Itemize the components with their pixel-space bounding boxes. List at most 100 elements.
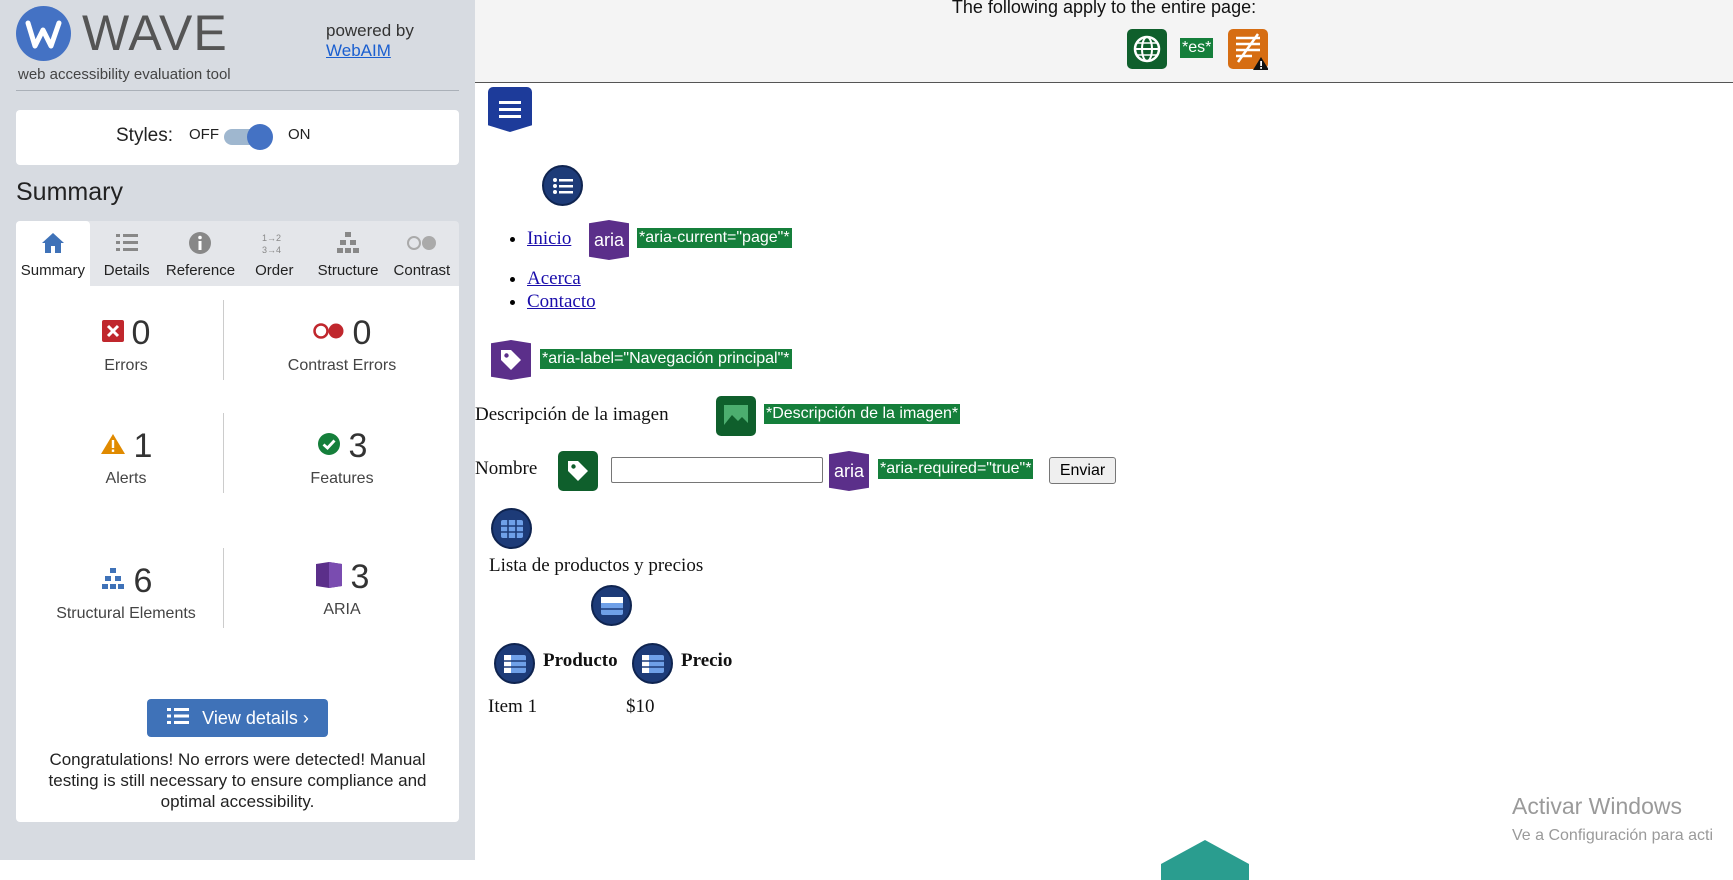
tab-label: Reference xyxy=(165,262,236,279)
language-globe-icon[interactable] xyxy=(1127,29,1167,69)
structural-label: Structural Elements xyxy=(56,605,196,622)
stat-divider xyxy=(223,413,224,493)
errors-count: 0 xyxy=(131,314,151,352)
styles-label: Styles: xyxy=(116,125,174,146)
navigation-region-icon[interactable] xyxy=(488,87,532,132)
home-icon xyxy=(16,231,90,255)
contrast-errors-label: Contrast Errors xyxy=(287,357,397,374)
table-header-icon[interactable] xyxy=(494,643,535,684)
table-header-producto: Producto xyxy=(543,650,618,671)
features-label: Features xyxy=(310,470,374,487)
alert-icon xyxy=(100,433,126,460)
stat-divider xyxy=(223,300,224,380)
evaluated-page: The following apply to the entire page: … xyxy=(475,0,1733,880)
table-caption: Lista de productos y precios xyxy=(489,555,704,576)
styles-off-label: OFF xyxy=(189,126,219,143)
unordered-list-icon[interactable] xyxy=(542,165,583,206)
tab-label: Structure xyxy=(317,262,379,279)
tab-label: Details xyxy=(103,262,150,279)
aria-label-tag-icon[interactable] xyxy=(491,340,531,380)
feature-check-icon xyxy=(317,432,341,461)
table-cell-price: $10 xyxy=(626,696,655,717)
structural-count: 6 xyxy=(133,562,153,600)
table-caption-icon[interactable] xyxy=(591,585,632,626)
lang-tag: *es* xyxy=(1180,38,1214,58)
submit-button[interactable]: Enviar xyxy=(1049,457,1116,484)
image-alt-text: Descripción de la imagen xyxy=(475,404,669,425)
stat-divider xyxy=(223,548,224,628)
tab-bar: Summary Details Reference 1→2 3→4 Order S… xyxy=(16,221,459,286)
contrast-errors-stat: 0 Contrast Errors xyxy=(242,314,442,375)
tab-label: Order xyxy=(255,262,294,279)
aria-icon xyxy=(315,561,343,594)
image-alt-icon[interactable] xyxy=(716,396,756,436)
view-details-button[interactable]: View details › xyxy=(147,699,328,737)
list-item: Acerca xyxy=(527,268,581,290)
form-label-icon[interactable] xyxy=(558,451,598,491)
table-header-precio: Precio xyxy=(681,650,733,671)
tab-reference[interactable]: Reference xyxy=(164,221,238,286)
features-count: 3 xyxy=(348,427,368,465)
table-cell-item: Item 1 xyxy=(488,696,538,717)
structural-stat: 6 Structural Elements xyxy=(26,562,226,623)
error-icon xyxy=(101,320,124,347)
congrats-message: Congratulations! No errors were detected… xyxy=(48,750,427,811)
info-icon xyxy=(164,231,238,255)
powered-by: powered by WebAIM xyxy=(326,21,414,61)
tab-label: Contrast xyxy=(393,262,451,279)
divider xyxy=(16,90,459,91)
alerts-stat: 1 Alerts xyxy=(26,427,226,488)
errors-label: Errors xyxy=(104,357,148,374)
tab-label: Summary xyxy=(20,262,85,279)
styles-on-label: ON xyxy=(288,126,311,143)
wave-logo-icon xyxy=(16,6,71,61)
logo-subtitle: web accessibility evaluation tool xyxy=(18,66,231,83)
list-item: Inicio xyxy=(527,228,571,250)
aria-current-tag: *aria-current="page"* xyxy=(637,228,792,248)
list-icon xyxy=(166,706,190,731)
tab-contrast[interactable]: Contrast xyxy=(385,221,459,286)
alerts-label: Alerts xyxy=(105,470,147,487)
structure-icon xyxy=(100,567,126,596)
aria-required-icon[interactable]: aria xyxy=(829,451,869,491)
tab-details[interactable]: Details xyxy=(90,221,164,286)
activate-windows-title: Activar Windows xyxy=(1512,793,1682,819)
nombre-input[interactable] xyxy=(611,457,823,483)
nav-link-inicio[interactable]: Inicio xyxy=(527,228,571,249)
nav-link-contacto[interactable]: Contacto xyxy=(527,291,596,312)
wave-sidebar: WAVE web accessibility evaluation tool p… xyxy=(0,0,475,860)
errors-stat: 0 Errors xyxy=(26,314,226,375)
contrast-errors-count: 0 xyxy=(352,314,372,352)
features-stat: 3 Features xyxy=(242,427,442,488)
svg-text:3→4: 3→4 xyxy=(262,245,281,255)
logo-wordmark: WAVE xyxy=(82,5,228,61)
styles-toggle-knob[interactable] xyxy=(247,124,273,150)
order-icon: 1→2 3→4 xyxy=(237,231,311,255)
list-item: Contacto xyxy=(527,291,596,313)
styles-toggle-box: Styles: OFF ON xyxy=(16,110,459,165)
aria-stat: 3 ARIA xyxy=(242,558,442,619)
justified-text-alert-icon[interactable] xyxy=(1228,29,1268,70)
tab-summary[interactable]: Summary xyxy=(16,221,90,286)
tab-order[interactable]: 1→2 3→4 Order xyxy=(237,221,311,286)
alerts-count: 1 xyxy=(133,427,153,465)
aria-badge-icon[interactable]: aria xyxy=(589,220,629,260)
page-level-banner: The following apply to the entire page: … xyxy=(475,0,1733,83)
webaim-link[interactable]: WebAIM xyxy=(326,41,391,60)
nav-link-acerca[interactable]: Acerca xyxy=(527,268,581,289)
data-table-icon[interactable] xyxy=(491,508,532,549)
powered-by-label: powered by xyxy=(326,21,414,40)
form-label: Nombre xyxy=(475,458,538,479)
hierarchy-icon xyxy=(311,231,385,255)
page-banner-text: The following apply to the entire page: xyxy=(951,0,1257,17)
tab-structure[interactable]: Structure xyxy=(311,221,385,286)
contrast-error-icon xyxy=(312,322,345,345)
summary-heading: Summary xyxy=(16,178,123,206)
view-details-label: View details › xyxy=(202,707,309,728)
summary-panel: 0 Errors 0 Contrast Errors 1 Alerts 3 Fe… xyxy=(16,286,459,822)
aria-label-tag: *aria-label="Navegación principal"* xyxy=(540,349,792,369)
table-header-icon[interactable] xyxy=(632,643,673,684)
activate-windows-subtitle: Ve a Configuración para acti xyxy=(1512,827,1714,844)
aria-required-tag: *aria-required="true"* xyxy=(878,459,1034,479)
aria-count: 3 xyxy=(350,558,370,596)
